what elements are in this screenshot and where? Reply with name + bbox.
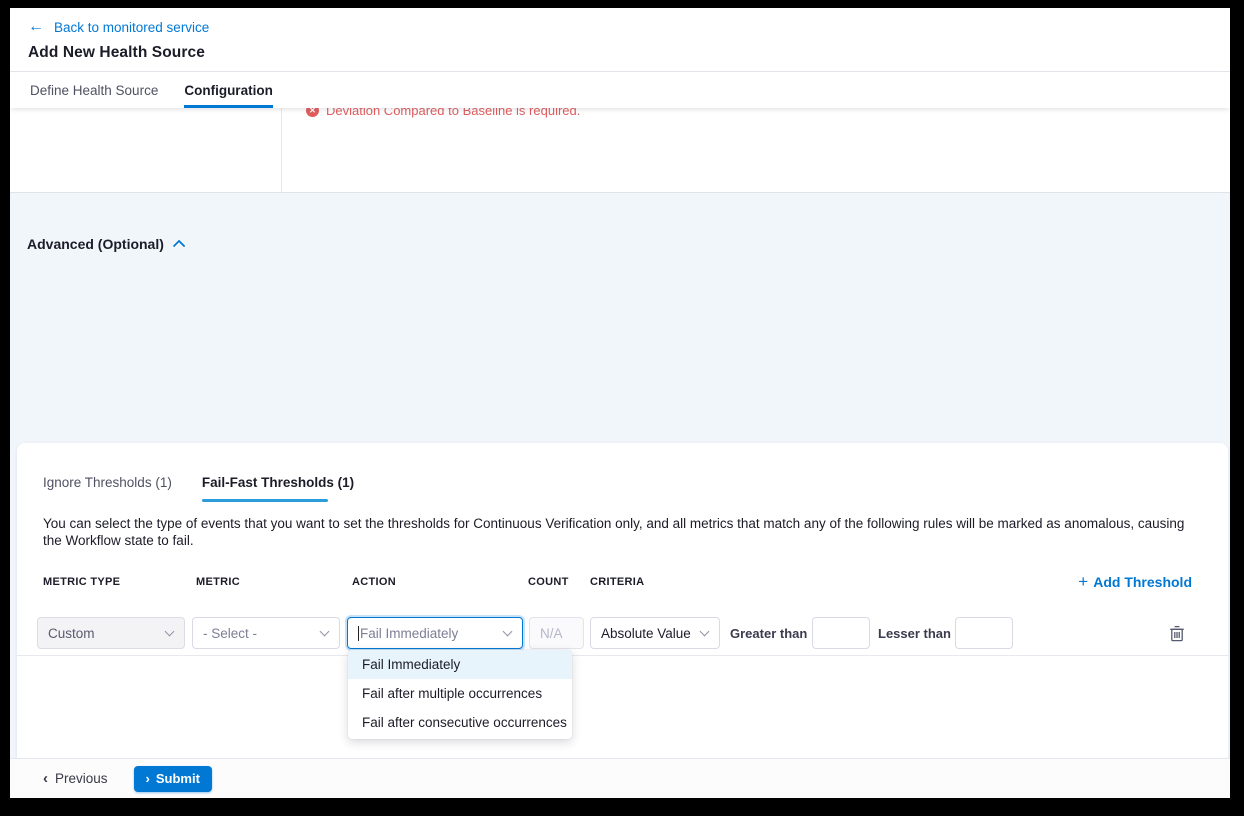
add-threshold-label: Add Threshold (1093, 574, 1192, 590)
chevron-up-icon (173, 239, 186, 252)
col-count: COUNT (528, 576, 569, 588)
threshold-row: Custom - Select - Fail Immediately N/A A… (17, 617, 1228, 649)
error-message: Deviation Compared to Baseline is requir… (326, 108, 580, 118)
validation-error: ✕ Deviation Compared to Baseline is requ… (306, 108, 1230, 118)
page-header: ← Back to monitored service Add New Heal… (10, 8, 1230, 62)
submit-label: Submit (156, 771, 200, 786)
main-tab-bar: Define Health Source Configuration (10, 71, 1230, 108)
metric-type-select[interactable]: Custom (37, 617, 185, 649)
previous-label: Previous (55, 771, 108, 786)
chevron-left-icon: ‹ (43, 772, 48, 786)
thresholds-description: You can select the type of events that y… (43, 516, 1188, 549)
metric-select[interactable]: - Select - (192, 617, 340, 649)
text-cursor (358, 626, 359, 641)
row-divider (17, 655, 1228, 656)
thresholds-card: Ignore Thresholds (1) Fail-Fast Threshol… (17, 443, 1228, 798)
metric-config-pane: ✕ Deviation Compared to Baseline is requ… (282, 108, 1230, 192)
metric-value: - Select - (203, 626, 315, 641)
menu-item-fail-after-multiple[interactable]: Fail after multiple occurrences (348, 679, 572, 708)
add-threshold-button[interactable]: + Add Threshold (1078, 573, 1192, 590)
chevron-down-icon (165, 627, 175, 637)
threshold-table-header: METRIC TYPE METRIC ACTION COUNT CRITERIA… (17, 576, 1228, 590)
count-input[interactable]: N/A (529, 617, 584, 649)
error-icon: ✕ (306, 108, 319, 117)
chevron-right-icon: › (146, 772, 150, 786)
tab-fail-fast-thresholds[interactable]: Fail-Fast Thresholds (1) (202, 475, 354, 502)
configuration-panel: ✕ Deviation Compared to Baseline is requ… (10, 108, 1230, 193)
action-dropdown-menu: Fail Immediately Fail after multiple occ… (348, 650, 572, 739)
col-metric: METRIC (196, 576, 240, 588)
greater-than-input[interactable] (812, 617, 870, 649)
metric-list-pane (10, 108, 282, 192)
delete-threshold-icon[interactable] (1169, 625, 1185, 642)
previous-button[interactable]: ‹ Previous (43, 771, 108, 786)
greater-than-label: Greater than (730, 617, 807, 649)
action-value: Fail Immediately (360, 626, 498, 641)
lesser-than-input[interactable] (955, 617, 1013, 649)
back-link-label: Back to monitored service (54, 20, 209, 35)
advanced-optional-label: Advanced (Optional) (27, 236, 164, 252)
col-metric-type: METRIC TYPE (43, 576, 120, 588)
footer-bar: ‹ Previous › Submit (10, 758, 1230, 798)
chevron-down-icon (700, 627, 710, 637)
plus-icon: + (1078, 573, 1088, 590)
lesser-than-label: Lesser than (878, 617, 951, 649)
app-window: ← Back to monitored service Add New Heal… (10, 8, 1230, 798)
menu-item-fail-immediately[interactable]: Fail Immediately (348, 650, 572, 679)
back-to-monitored-service-link[interactable]: ← Back to monitored service (28, 18, 1230, 36)
metric-type-value: Custom (48, 626, 160, 641)
advanced-section: Advanced (Optional) Ignore Thresholds (1… (10, 193, 1230, 766)
criteria-select[interactable]: Absolute Value (590, 617, 720, 649)
threshold-tab-bar: Ignore Thresholds (1) Fail-Fast Threshol… (17, 475, 354, 502)
count-value: N/A (540, 626, 573, 641)
criteria-value: Absolute Value (601, 626, 695, 641)
tab-ignore-thresholds[interactable]: Ignore Thresholds (1) (43, 475, 172, 502)
action-select[interactable]: Fail Immediately (347, 617, 523, 649)
chevron-down-icon (320, 627, 330, 637)
tab-configuration[interactable]: Configuration (184, 72, 272, 108)
advanced-optional-toggle[interactable]: Advanced (Optional) (27, 236, 185, 252)
menu-item-fail-after-consecutive[interactable]: Fail after consecutive occurrences (348, 708, 572, 737)
back-arrow-icon: ← (28, 19, 44, 35)
tab-define-health-source[interactable]: Define Health Source (30, 72, 158, 108)
page-title: Add New Health Source (28, 44, 1230, 62)
chevron-down-icon (503, 627, 513, 637)
col-criteria: CRITERIA (590, 576, 644, 588)
submit-button[interactable]: › Submit (134, 766, 212, 792)
col-action: ACTION (352, 576, 396, 588)
